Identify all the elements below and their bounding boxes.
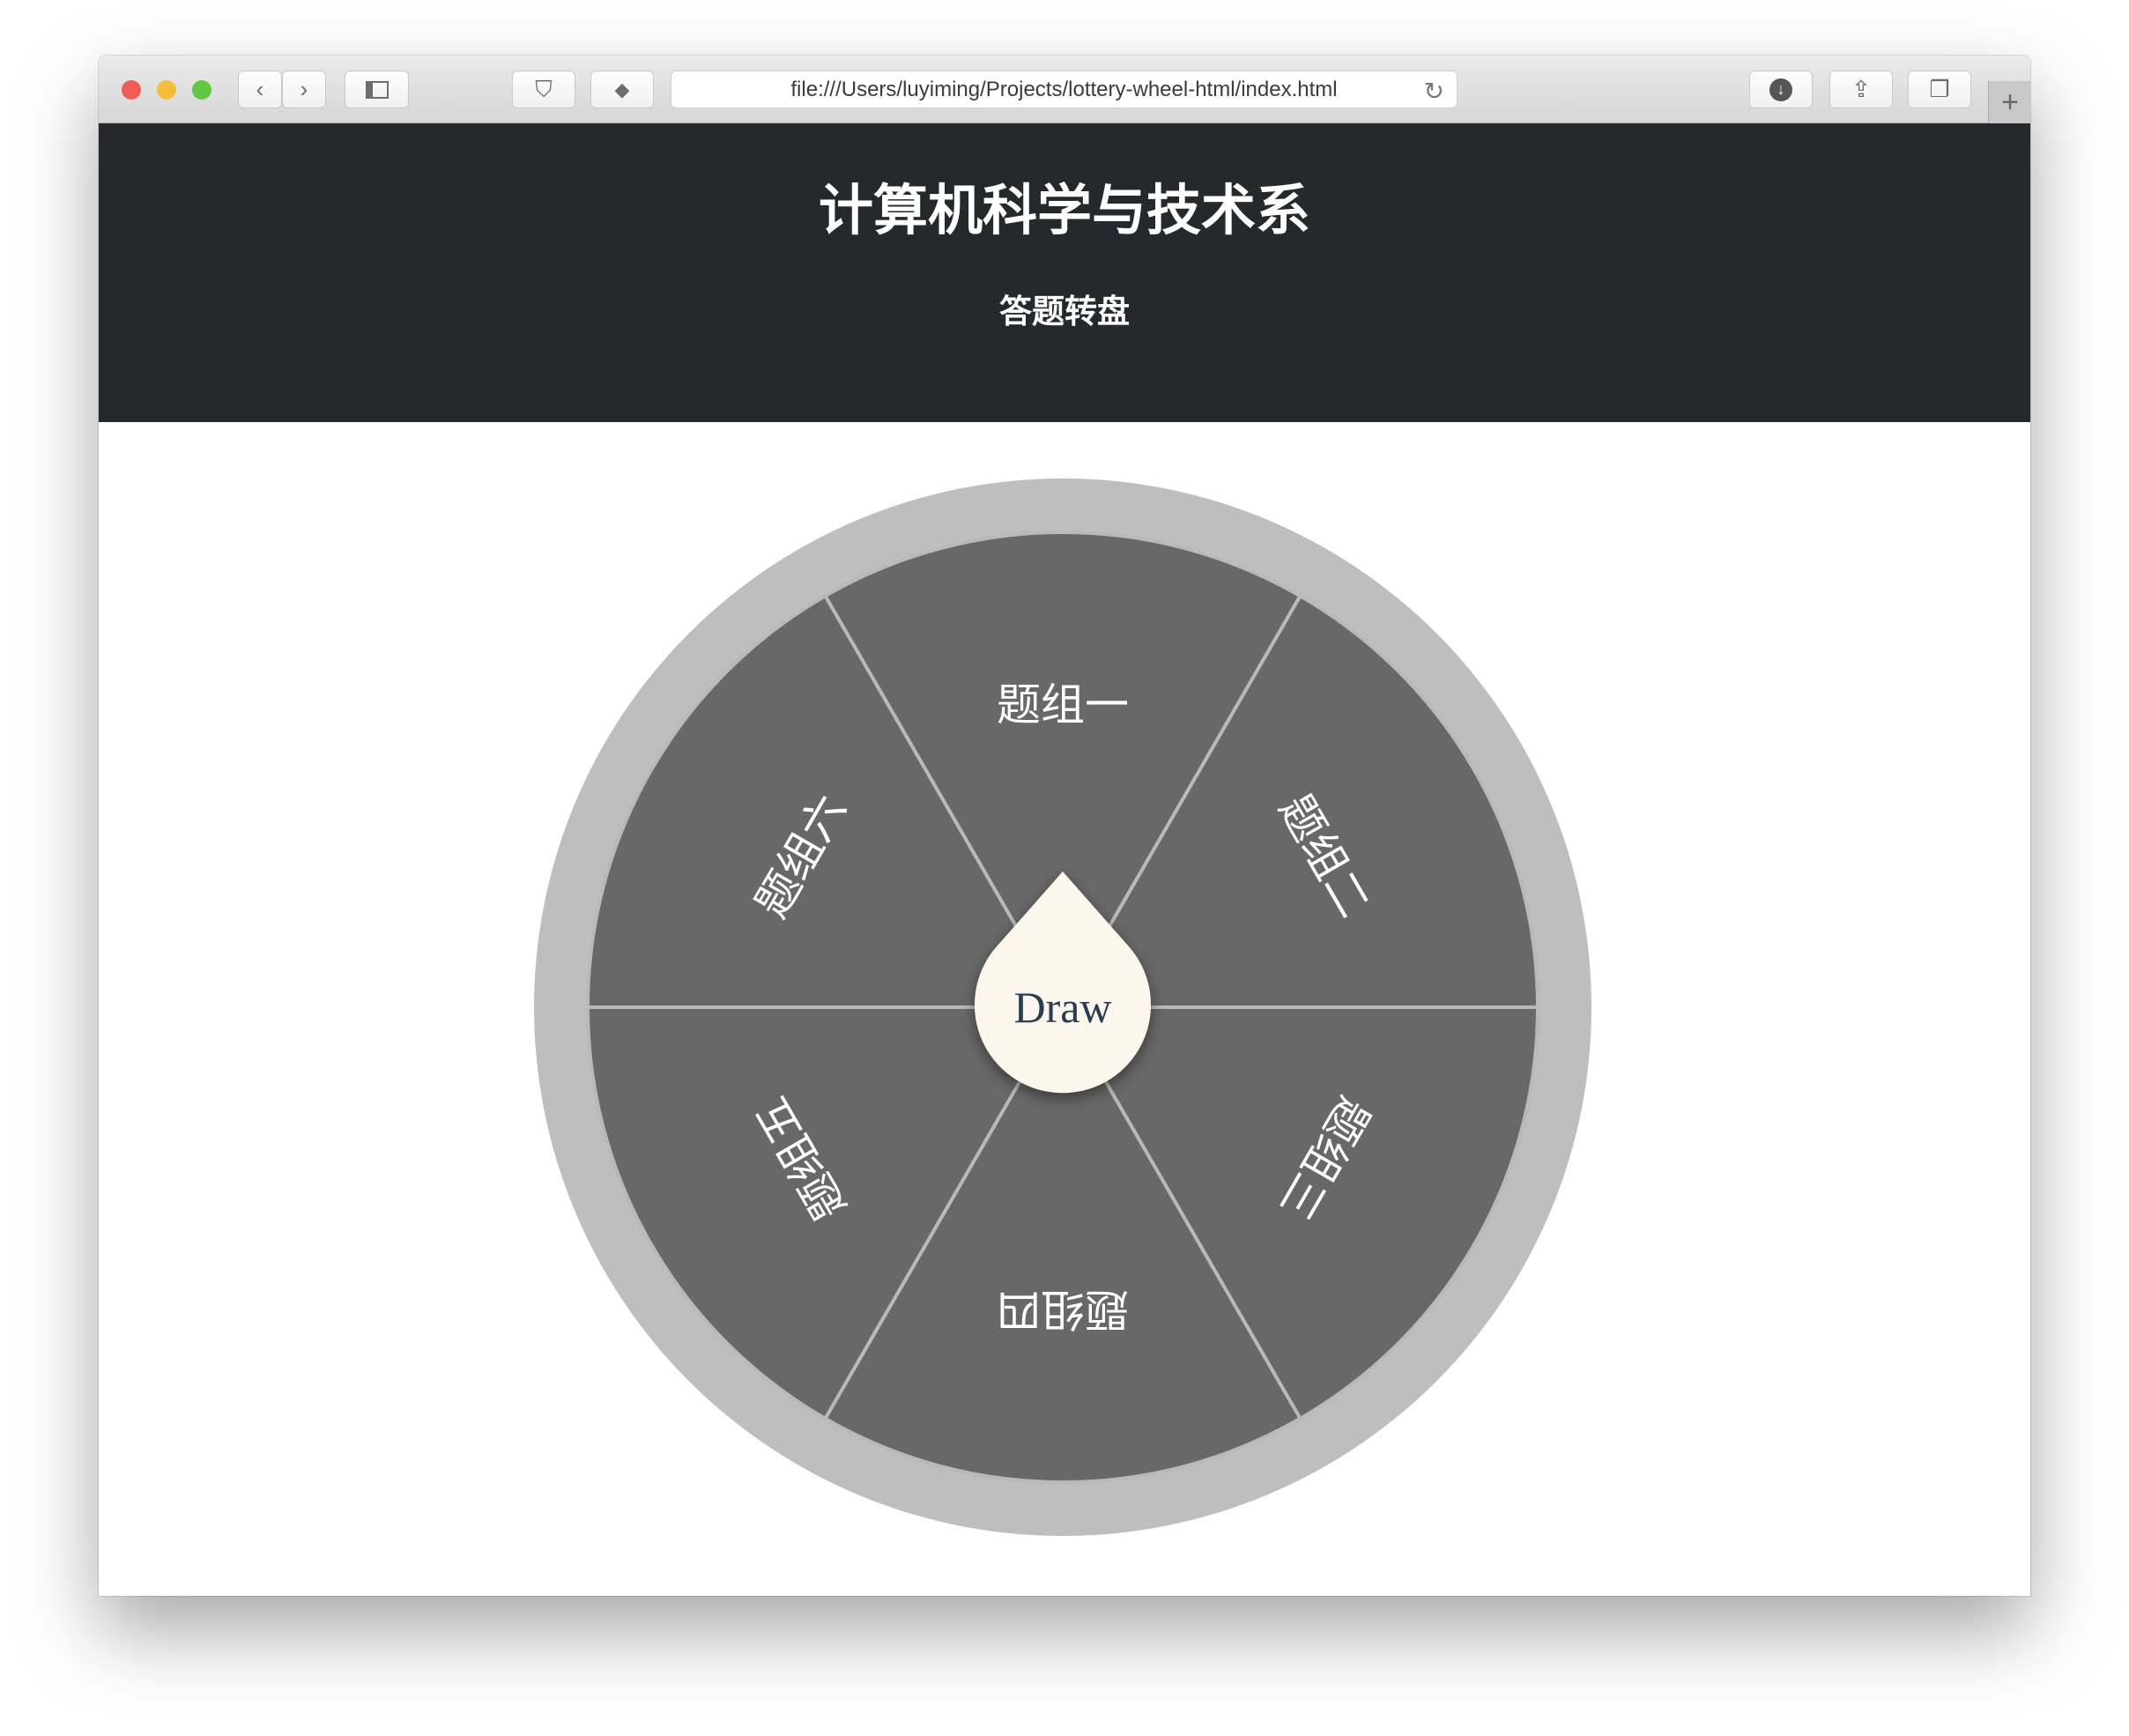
share-button[interactable]: ⇪	[1829, 70, 1893, 108]
sidebar-button[interactable]	[345, 70, 409, 108]
lottery-wheel: 题组一题组二题组三题组四题组五题组六 Draw	[534, 479, 1591, 1536]
close-window-button[interactable]	[122, 80, 141, 100]
chevron-right-icon: ›	[300, 76, 308, 102]
shield-extension-button[interactable]: ⛉	[512, 70, 575, 108]
minimize-window-button[interactable]	[157, 80, 176, 100]
browser-toolbar: ‹ › ⛉ ◆ file:///Users/luyiming/Projects/…	[99, 56, 2030, 123]
tabs-icon: ❐	[1929, 76, 1950, 102]
wheel-segment-label: 题组一	[997, 679, 1129, 731]
forward-button[interactable]: ›	[282, 70, 326, 108]
show-tabs-button[interactable]: ❐	[1908, 70, 1971, 108]
chevron-left-icon: ‹	[256, 76, 264, 102]
evernote-extension-button[interactable]: ◆	[590, 70, 654, 108]
download-icon: ↓	[1769, 78, 1792, 101]
new-tab-button[interactable]: +	[1988, 81, 2030, 123]
page-title: 计算机科学与技术系	[818, 178, 1310, 242]
back-button[interactable]: ‹	[238, 70, 282, 108]
evernote-icon: ◆	[614, 78, 630, 100]
share-icon: ⇪	[1851, 76, 1871, 102]
draw-button-label: Draw	[1013, 983, 1111, 1032]
address-bar[interactable]: file:///Users/luyiming/Projects/lottery-…	[671, 70, 1458, 108]
page-subtitle: 答题转盘	[999, 292, 1130, 330]
zoom-window-button[interactable]	[192, 80, 211, 100]
url-text: file:///Users/luyiming/Projects/lottery-…	[790, 77, 1338, 101]
download-button[interactable]: ↓	[1749, 70, 1813, 108]
page-header: 计算机科学与技术系 答题转盘	[99, 123, 2030, 422]
plus-icon: +	[2001, 85, 2019, 119]
reload-icon[interactable]: ↻	[1424, 77, 1444, 106]
wheel-segment-label: 题组四	[997, 1284, 1129, 1335]
shield-icon: ⛉	[535, 75, 553, 102]
sidebar-icon	[365, 80, 389, 99]
